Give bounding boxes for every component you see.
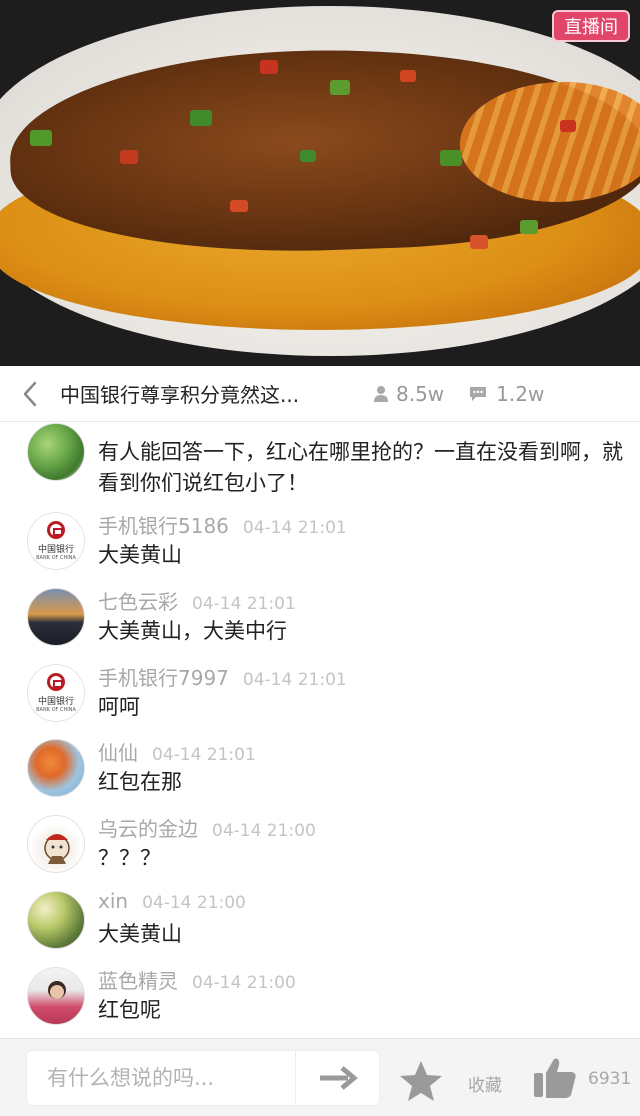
comment-time: 04-14 21:00 [192, 973, 296, 993]
favorite-label[interactable]: 收藏 [468, 1071, 502, 1096]
boc-logo-text-cn: 中国银行 [37, 545, 74, 555]
boc-logo-text-en: BANK OF CHINA [36, 555, 76, 561]
boc-logo-text-en: BANK OF CHINA [36, 707, 76, 713]
user-avatar[interactable] [27, 815, 85, 873]
viewer-count-value: 8.5w [396, 381, 445, 406]
bank-of-china-logo-icon [47, 673, 65, 691]
comment-text: 大美黄山 [98, 543, 182, 567]
back-button[interactable] [0, 366, 60, 422]
live-room-badge[interactable]: 直播间 [552, 10, 630, 42]
user-avatar[interactable] [27, 891, 85, 949]
user-avatar[interactable] [27, 588, 85, 646]
arrow-right-icon [320, 1066, 358, 1090]
input-divider [295, 1051, 296, 1105]
user-avatar[interactable] [27, 739, 85, 797]
comment-meta: 仙仙 04-14 21:01 [98, 737, 256, 766]
star-icon [400, 1061, 442, 1101]
live-info-bar: 中国银行尊享积分竟然这... 8.5w 1.2w [0, 366, 640, 422]
comment-username: xin [98, 889, 129, 913]
live-title: 中国银行尊享积分竟然这... [60, 383, 300, 407]
comment-time: 04-14 21:01 [242, 518, 347, 538]
comment-text: 红包呢 [98, 998, 161, 1022]
comment-time: 04-14 21:00 [142, 893, 246, 913]
comment-meta: 七色云彩 04-14 21:01 [98, 586, 296, 615]
user-avatar[interactable] [27, 967, 85, 1025]
like-button[interactable] [532, 1055, 578, 1105]
comment-text: 红包在那 [98, 770, 182, 794]
viewer-count: 8.5w [374, 382, 444, 406]
comment-meta: 手机银行5186 04-14 21:01 [98, 510, 347, 539]
live-video-player[interactable]: 直播间 [0, 0, 640, 366]
comment-text: 大美黄山 [98, 922, 182, 946]
comment-username: 手机银行7997 [98, 666, 229, 690]
chat-bubble-icon [470, 386, 487, 401]
comment-username: 蓝色精灵 [98, 969, 178, 993]
comment-text: 大美黄山，大美中行 [98, 619, 287, 643]
comment-time: 04-14 21:00 [212, 821, 316, 841]
chevron-left-icon [23, 381, 37, 406]
bank-of-china-logo-icon [47, 521, 65, 539]
person-photo-icon [48, 981, 66, 999]
comment-time: 04-14 21:01 [242, 670, 347, 690]
comment-meta: xin 04-14 21:00 [98, 889, 246, 913]
send-button[interactable] [297, 1051, 379, 1105]
comment-text: 呵呵 [98, 695, 140, 719]
comment-time: 04-14 21:01 [152, 745, 256, 765]
comment-list[interactable]: 有人能回答一下，红心在哪里抢的？一直在没看到啊，就看到你们说红包小了！ 中国银行… [0, 423, 640, 1037]
comment-count-value: 1.2w [496, 381, 545, 406]
comment-username: 手机银行5186 [98, 514, 229, 538]
comment-meta: 蓝色精灵 04-14 21:00 [98, 965, 296, 994]
thumbs-up-icon [534, 1058, 576, 1098]
comment-username: 仙仙 [98, 741, 138, 765]
comment-input-box [26, 1050, 380, 1106]
cartoon-character-icon [44, 834, 70, 864]
comment-username: 七色云彩 [98, 590, 178, 614]
like-count: 6931 [588, 1069, 632, 1089]
comment-meta: 乌云的金边 04-14 21:00 [98, 813, 316, 842]
bottom-action-bar: 收藏 6931 [0, 1038, 640, 1116]
boc-logo-text-cn: 中国银行 [37, 697, 74, 707]
comment-meta: 手机银行7997 04-14 21:01 [98, 662, 347, 691]
user-avatar[interactable] [27, 423, 85, 481]
person-icon [374, 385, 388, 402]
comment-username: 乌云的金边 [98, 817, 198, 841]
user-avatar[interactable]: 中国银行 BANK OF CHINA [27, 512, 85, 570]
favorite-button[interactable] [398, 1059, 444, 1107]
comment-count: 1.2w [468, 382, 544, 406]
fish-tail-image [457, 78, 640, 206]
comment-input[interactable] [27, 1051, 295, 1105]
comment-text: ？？？ [98, 846, 161, 870]
comment-text: 有人能回答一下，红心在哪里抢的？一直在没看到啊，就看到你们说红包小了！ [98, 440, 623, 495]
comment-time: 04-14 21:01 [192, 594, 296, 614]
user-avatar[interactable]: 中国银行 BANK OF CHINA [27, 664, 85, 722]
